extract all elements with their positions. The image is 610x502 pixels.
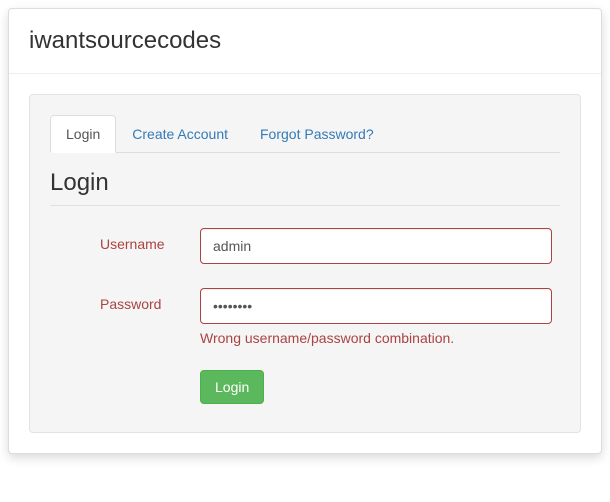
field-username — [200, 228, 560, 264]
row-username: Username — [50, 228, 560, 264]
inner-panel: Login Create Account Forgot Password? Lo… — [29, 94, 581, 433]
row-submit: Login — [50, 370, 560, 404]
tabs: Login Create Account Forgot Password? — [50, 115, 560, 153]
tab-create-account[interactable]: Create Account — [116, 115, 244, 153]
label-username: Username — [50, 228, 200, 252]
username-input[interactable] — [200, 228, 552, 264]
tab-login[interactable]: Login — [50, 115, 116, 153]
tab-forgot-password[interactable]: Forgot Password? — [244, 115, 390, 153]
main-card: iwantsourcecodes Login Create Account Fo… — [8, 8, 602, 454]
error-message: Wrong username/password combination. — [200, 330, 552, 346]
password-input[interactable] — [200, 288, 552, 324]
section-title: Login — [50, 169, 560, 206]
field-password: Wrong username/password combination. — [200, 288, 560, 346]
login-button[interactable]: Login — [200, 370, 264, 404]
spacer — [50, 370, 200, 404]
label-password: Password — [50, 288, 200, 312]
row-password: Password Wrong username/password combina… — [50, 288, 560, 346]
card-body: Login Create Account Forgot Password? Lo… — [9, 74, 601, 453]
page-title: iwantsourcecodes — [29, 27, 581, 55]
card-header: iwantsourcecodes — [9, 9, 601, 74]
